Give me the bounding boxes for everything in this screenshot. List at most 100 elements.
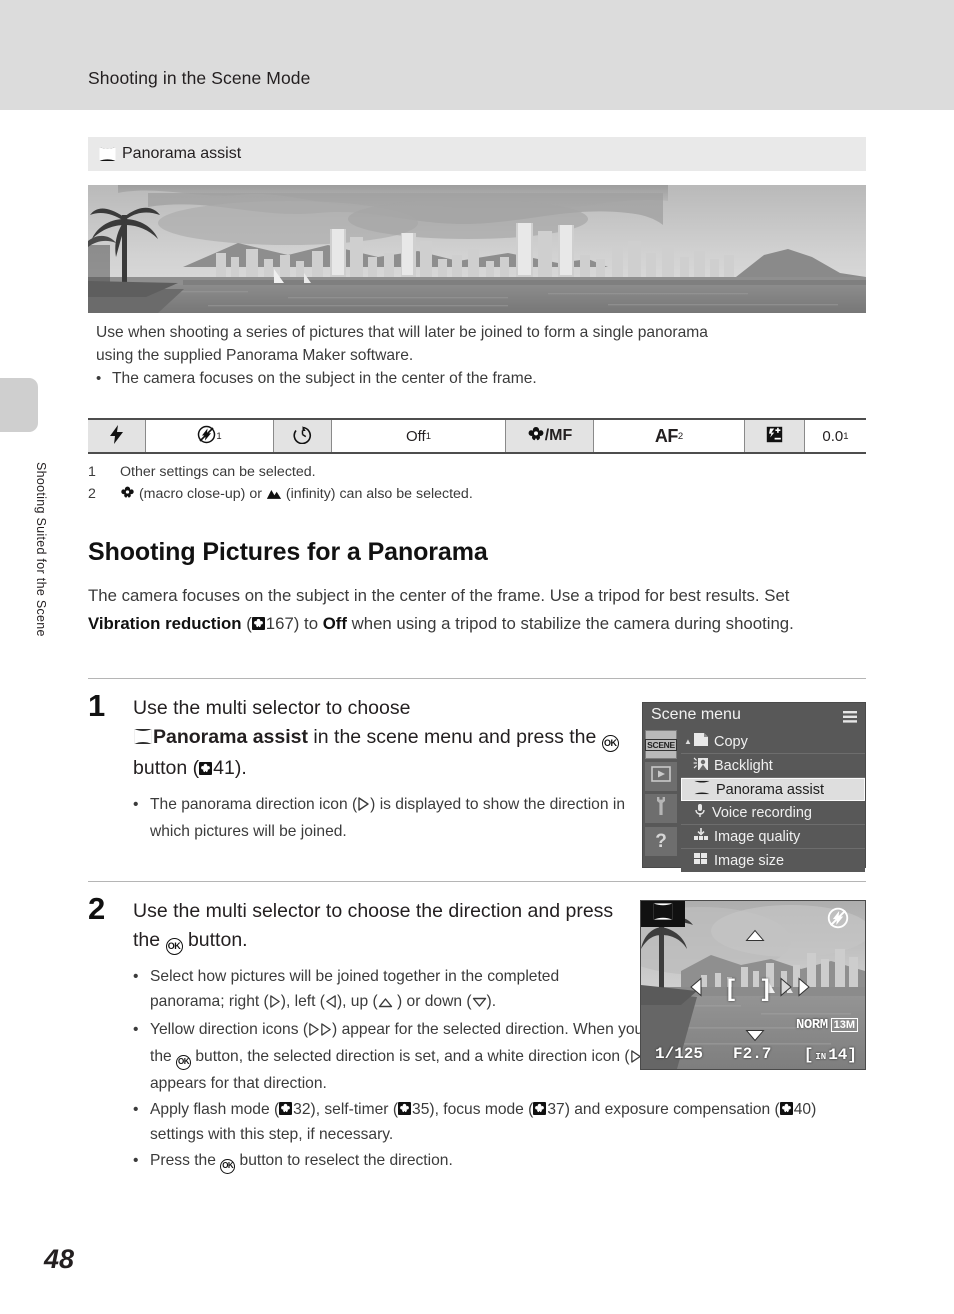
step-1-bullet-1: • The panorama direction icon () is disp… xyxy=(133,792,633,844)
lcd-shots-remaining: 14 xyxy=(828,1046,848,1064)
step-1-divider xyxy=(88,678,866,679)
step-2-bullet-2: • Yellow direction icons () appear for t… xyxy=(133,1017,703,1096)
step-1-lead-b: in the scene menu and press the xyxy=(308,726,602,748)
page-reference-icon xyxy=(251,617,265,630)
direction-right-outline-icon xyxy=(269,991,281,1016)
page-number: 48 xyxy=(44,1244,75,1274)
scene-menu-tab-column: SCENE ? xyxy=(645,730,679,856)
menu-item-image-quality-label: Image quality xyxy=(714,828,801,845)
lcd-shots-remaining-group: [ IN 14 ] xyxy=(804,1046,857,1064)
step-1-lead-d: ). xyxy=(234,757,247,779)
ok-button-icon: OK xyxy=(165,938,183,955)
scene-desc-line-2: using the supplied Panorama Maker softwa… xyxy=(96,346,414,364)
settings-footnotes: 1 Other settings can be selected. 2 (mac… xyxy=(88,461,866,507)
focus-mode-value-cell: AF 2 xyxy=(594,420,745,452)
menu-item-panorama-assist[interactable]: Panorama assist xyxy=(681,778,865,801)
step-1-lead-bold: Panorama assist xyxy=(153,726,309,748)
lcd-shutter-speed: 1/125 xyxy=(655,1045,704,1063)
s2b3-c: ), focus mode ( xyxy=(429,1101,534,1118)
menu-item-image-quality[interactable]: Image quality xyxy=(681,825,865,849)
scene-menu-screenshot: Scene menu SCENE ? ▲ Copy Backlight Pano… xyxy=(642,702,866,872)
footnote-2-part-1: (macro close-up) or xyxy=(138,486,262,502)
s2b3-d: ) and exposure compensation ( xyxy=(564,1101,780,1118)
running-header-band xyxy=(0,0,954,110)
menu-item-backlight[interactable]: Backlight xyxy=(681,754,865,778)
s2b4-a: Press the xyxy=(150,1152,221,1169)
exposure-comp-value: 0.0 xyxy=(822,427,844,445)
step-1-page-ref: 41 xyxy=(213,757,235,779)
scene-menu-list: ▲ Copy Backlight Panorama assist Voice r… xyxy=(681,730,865,872)
step-2-bullets: • Select how pictures will be joined tog… xyxy=(133,964,816,1174)
step-1-bullets: • The panorama direction icon () is disp… xyxy=(133,792,633,844)
page-reference-icon xyxy=(398,1102,412,1115)
bullet-marker: • xyxy=(133,1152,139,1169)
self-timer-value-cell: Off 1 xyxy=(332,420,506,452)
panorama-photo xyxy=(88,185,866,313)
bullet-marker: • xyxy=(96,370,102,387)
s2b1-c: ), up ( xyxy=(336,993,378,1010)
s2b1-d: ) or down ( xyxy=(392,993,472,1010)
step-1-lead-a: Use the multi selector to choose xyxy=(133,697,411,719)
menu-item-image-size[interactable]: Image size xyxy=(681,849,865,872)
focus-mode-value: AF xyxy=(654,425,679,446)
menu-item-voice-recording[interactable]: Voice recording xyxy=(681,801,865,825)
flash-off-icon xyxy=(197,425,216,448)
image-size-icon xyxy=(693,851,709,871)
microphone-icon xyxy=(693,803,707,823)
panorama-assist-icon xyxy=(652,902,674,926)
step-2-bullet-1-text: Select how pictures will be joined toget… xyxy=(150,964,633,1016)
scene-desc-bullet: • The camera focuses on the subject in t… xyxy=(96,368,866,391)
image-quality-icon xyxy=(693,827,709,847)
scroll-up-indicator: ▲ xyxy=(684,736,692,746)
direction-left-outline-icon xyxy=(325,991,337,1016)
step-1-bullet-1-text: The panorama direction icon () is displa… xyxy=(150,792,633,844)
panorama-assist-icon xyxy=(98,146,117,162)
intro-page-ref-number: 167 xyxy=(265,614,294,633)
intro-text-d: when using a tripod to stabilize the cam… xyxy=(346,614,794,633)
menu-item-copy[interactable]: ▲ Copy xyxy=(681,730,865,754)
lcd-aperture: F2.7 xyxy=(733,1045,772,1063)
intro-bold-off: Off xyxy=(322,614,347,633)
intro-text-a: The camera focuses on the subject in the… xyxy=(88,586,790,605)
footnote-1-text: Other settings can be selected. xyxy=(120,464,316,480)
flash-off-icon xyxy=(827,907,849,934)
chapter-running-text: Shooting Suited for the Scene xyxy=(34,462,48,637)
s2b3-r2: 35 xyxy=(412,1101,430,1118)
focus-mode-icon-label: /MF xyxy=(544,427,573,444)
bullet-marker: • xyxy=(133,968,139,985)
scene-callout-bar: Panorama assist xyxy=(88,137,866,171)
s2b3-r1: 32 xyxy=(293,1101,311,1118)
s2b2-a: Yellow direction icons ( xyxy=(150,1021,309,1038)
direction-right-outline-icon xyxy=(357,794,370,819)
tab-setup[interactable] xyxy=(645,794,677,823)
exposure-comp-icon-cell xyxy=(745,420,805,452)
self-timer-icon xyxy=(293,425,312,448)
page-title: Shooting Pictures for a Panorama xyxy=(88,538,488,566)
step-1-lead-c: button ( xyxy=(133,757,200,779)
settings-summary-table: 1 Off 1 /MF AF 2 0.0 1 xyxy=(88,418,866,454)
step-1: 1 Use the multi selector to choose Panor… xyxy=(88,688,633,845)
tab-playback[interactable] xyxy=(645,762,677,791)
s2b2-c: button, the selected direction is set, a… xyxy=(191,1048,630,1065)
direction-right-outline-icon xyxy=(308,1019,320,1044)
ok-button-icon: OK xyxy=(220,1159,236,1174)
lcd-quality-size-group: NORM 13M xyxy=(796,1017,858,1033)
tab-help[interactable]: ? xyxy=(645,827,677,856)
tab-scene[interactable]: SCENE xyxy=(645,730,677,759)
s2b3-b: ), self-timer ( xyxy=(310,1101,399,1118)
bullet-marker: • xyxy=(133,1021,139,1038)
bullet-marker: • xyxy=(133,1101,139,1118)
footnote-2-text: (macro close-up) or (infinity) can also … xyxy=(120,483,473,507)
page-reference-icon xyxy=(533,1102,547,1115)
step-1-bullet-1-a: The panorama direction icon ( xyxy=(150,796,358,813)
lcd-image-size: 13M xyxy=(830,1018,858,1032)
ok-button-icon: OK xyxy=(176,1055,192,1070)
flash-mode-footnote-ref: 1 xyxy=(216,430,222,442)
exposure-comp-footnote-ref: 1 xyxy=(843,430,849,442)
lcd-mode-badge xyxy=(641,901,685,927)
step-2-bullet-3-text: Apply flash mode (32), self-timer (35), … xyxy=(150,1097,833,1147)
menu-item-backlight-label: Backlight xyxy=(714,757,773,774)
menu-item-image-size-label: Image size xyxy=(714,852,785,869)
s2b1-b: ), left ( xyxy=(280,993,325,1010)
menu-item-copy-label: Copy xyxy=(714,733,748,750)
